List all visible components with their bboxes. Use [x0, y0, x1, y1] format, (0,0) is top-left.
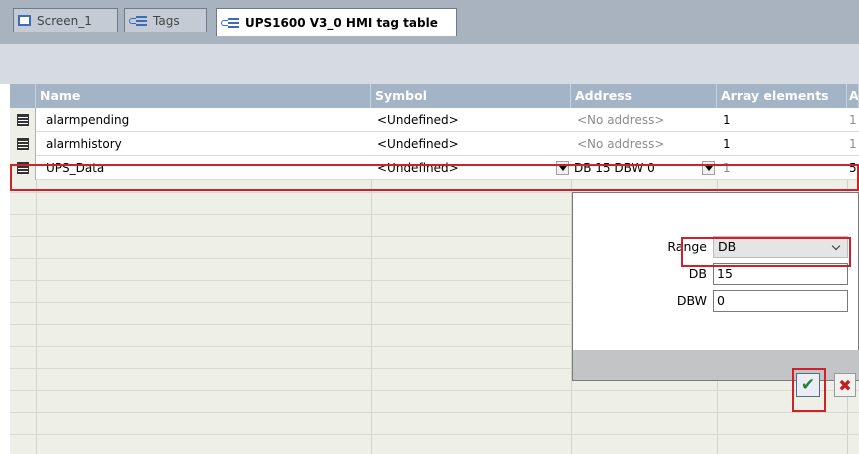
- row-header[interactable]: [10, 132, 36, 156]
- cell-symbol[interactable]: <Undefined>: [371, 156, 556, 180]
- symbol-dropdown-button[interactable]: [556, 161, 569, 175]
- cell-symbol[interactable]: <Undefined>: [371, 108, 571, 132]
- cell-array-elements[interactable]: 1: [717, 156, 847, 180]
- address-editor-popup: Range DB DB 15 DBW 0: [572, 192, 859, 381]
- column-header-symbol[interactable]: Symbol: [371, 84, 571, 108]
- cell-truncated[interactable]: 1: [847, 108, 859, 132]
- cross-icon: ✖: [838, 375, 852, 395]
- toolbar-area: [0, 44, 859, 84]
- tab-label: Tags: [153, 13, 180, 28]
- tag-row-icon: [17, 162, 29, 174]
- tab-hmi-tag-table[interactable]: UPS1600 V3_0 HMI tag table: [216, 8, 457, 36]
- tab-label: Screen_1: [37, 13, 92, 28]
- tab-tags[interactable]: Tags: [124, 8, 207, 32]
- column-header-array-elements[interactable]: Array elements: [717, 84, 847, 108]
- cell-name[interactable]: alarmpending: [40, 108, 371, 132]
- cell-address[interactable]: DB 15 DBW 0: [571, 156, 701, 180]
- tag-row-icon: [17, 114, 29, 126]
- dbw-offset-field[interactable]: 0: [713, 290, 848, 312]
- tab-screen-1[interactable]: Screen_1: [13, 8, 118, 32]
- table-row[interactable]: UPS_Data <Undefined> DB 15 DBW 0 1 5: [10, 156, 859, 180]
- column-header-truncated[interactable]: A: [847, 84, 859, 108]
- cell-name[interactable]: UPS_Data: [40, 156, 371, 180]
- editor-tab-strip: Screen_1 Tags UPS1600 V3_0 HMI tag table: [0, 0, 859, 44]
- grid-line: [10, 412, 859, 413]
- checkmark-icon: ✔: [800, 375, 816, 395]
- cell-array-elements[interactable]: 1: [717, 132, 847, 156]
- db-label: DB: [688, 266, 707, 281]
- cell-symbol[interactable]: <Undefined>: [371, 132, 571, 156]
- row-header-corner: [10, 84, 36, 108]
- grid-line: [10, 390, 859, 391]
- confirm-button[interactable]: ✔: [796, 373, 820, 397]
- dbw-label: DBW: [676, 293, 707, 308]
- cell-name[interactable]: alarmhistory: [40, 132, 371, 156]
- cell-address[interactable]: <No address>: [571, 108, 717, 132]
- row-header[interactable]: [10, 108, 36, 132]
- range-select[interactable]: DB: [713, 236, 848, 258]
- cell-truncated[interactable]: 1: [847, 132, 859, 156]
- table-row[interactable]: alarmpending <Undefined> <No address> 1 …: [10, 108, 859, 132]
- grid-line: [10, 434, 859, 435]
- tag-table-icon: [221, 17, 239, 29]
- row-header[interactable]: [10, 156, 36, 180]
- cell-truncated[interactable]: 5: [847, 156, 859, 180]
- cancel-button[interactable]: ✖: [834, 373, 856, 397]
- range-label: Range: [667, 239, 707, 254]
- tags-icon: [129, 15, 147, 27]
- address-dropdown-button[interactable]: [702, 161, 715, 175]
- cell-array-elements[interactable]: 1: [717, 108, 847, 132]
- cell-address[interactable]: <No address>: [571, 132, 717, 156]
- db-number-field[interactable]: 15: [713, 263, 848, 285]
- tag-row-icon: [17, 138, 29, 150]
- screen-icon: [18, 15, 31, 26]
- tab-label: UPS1600 V3_0 HMI tag table: [245, 15, 438, 30]
- column-header-address[interactable]: Address: [571, 84, 717, 108]
- table-row[interactable]: alarmhistory <Undefined> <No address> 1 …: [10, 132, 859, 156]
- column-header-name[interactable]: Name: [36, 84, 371, 108]
